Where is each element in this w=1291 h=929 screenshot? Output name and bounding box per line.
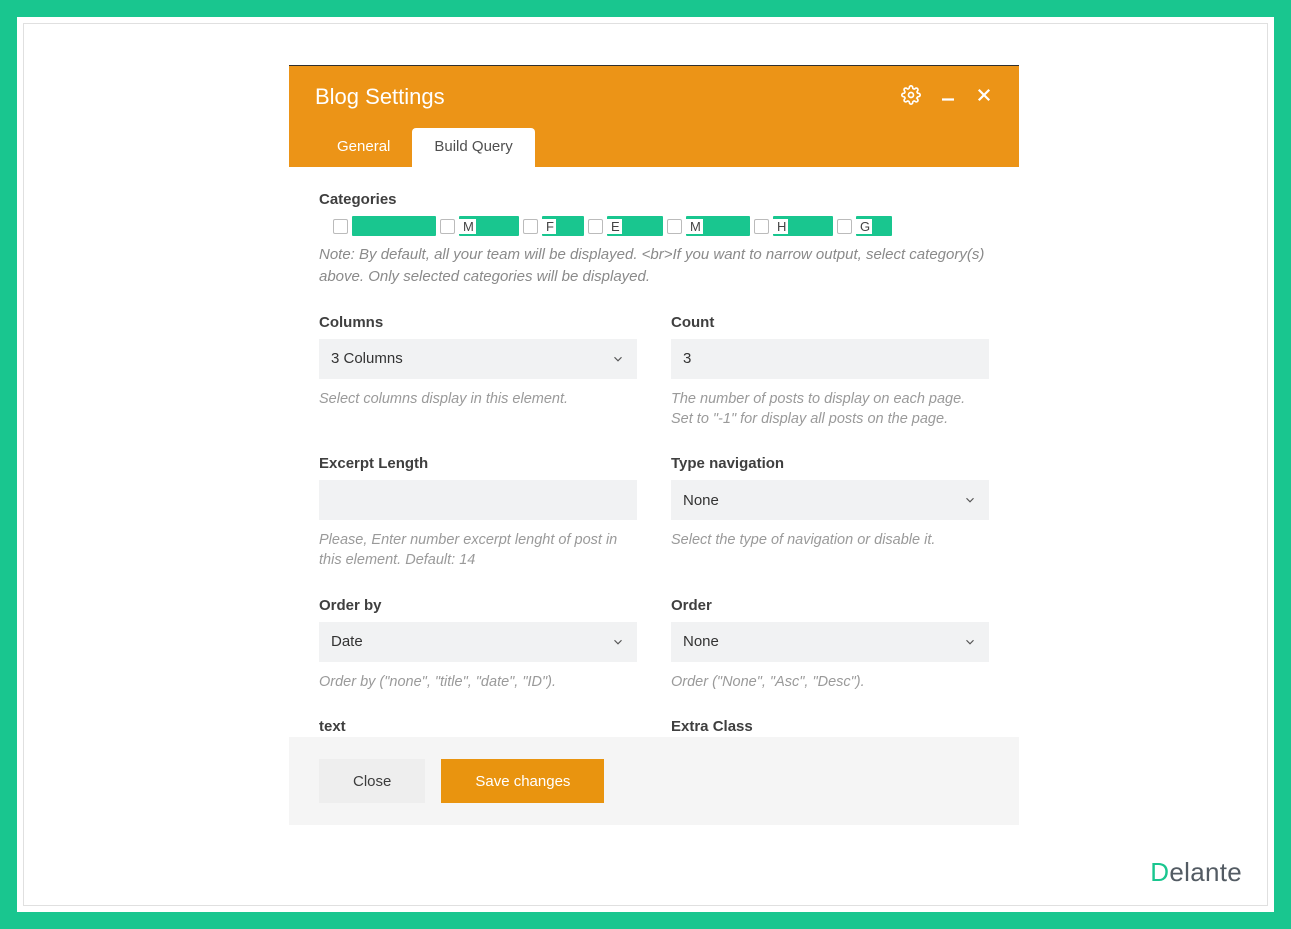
category-checkbox[interactable] <box>588 219 603 234</box>
columns-help: Select columns display in this element. <box>319 389 637 409</box>
save-button[interactable]: Save changes <box>441 759 604 803</box>
count-help: The number of posts to display on each p… <box>671 389 989 430</box>
order-select[interactable] <box>671 622 989 662</box>
field-text: text <box>319 718 637 737</box>
count-label: Count <box>671 314 989 331</box>
dialog-body[interactable]: Categories M F E M H G Note: By default, all … <box>289 167 1019 737</box>
category-prefix: E <box>607 219 622 234</box>
field-orderby: Order by Order by ("none", "title", "dat… <box>319 597 637 692</box>
categories-note: Note: By default, all your team will be … <box>319 244 989 288</box>
typenav-select[interactable] <box>671 480 989 520</box>
dialog-title: Blog Settings <box>315 84 445 110</box>
excerpt-label: Excerpt Length <box>319 455 637 472</box>
category-tag: M <box>459 216 519 236</box>
category-prefix: M <box>459 219 476 234</box>
order-help: Order ("None", "Asc", "Desc"). <box>671 672 989 692</box>
field-columns: Columns Select columns display in this e… <box>319 314 637 430</box>
category-tag <box>352 216 436 236</box>
category-tag: H <box>773 216 833 236</box>
category-tag: M <box>686 216 750 236</box>
close-button[interactable]: Close <box>319 759 425 803</box>
count-input[interactable] <box>671 339 989 379</box>
category-tag: E <box>607 216 663 236</box>
gear-icon[interactable] <box>901 85 921 110</box>
minimize-icon[interactable] <box>939 86 957 109</box>
categories-label: Categories <box>319 191 989 208</box>
category-checkbox[interactable] <box>837 219 852 234</box>
category-checkbox[interactable] <box>754 219 769 234</box>
category-prefix: F <box>542 219 556 234</box>
field-extra: Extra Class <box>671 718 989 737</box>
category-prefix: M <box>686 219 703 234</box>
dialog-header: Blog Settings General Build Query <box>289 66 1019 167</box>
category-prefix: G <box>856 219 872 234</box>
category-checkbox[interactable] <box>523 219 538 234</box>
field-count: Count The number of posts to display on … <box>671 314 989 430</box>
columns-label: Columns <box>319 314 637 331</box>
close-icon[interactable] <box>975 86 993 109</box>
typenav-label: Type navigation <box>671 455 989 472</box>
columns-select[interactable] <box>319 339 637 379</box>
tabs: General Build Query <box>315 128 993 167</box>
orderby-select[interactable] <box>319 622 637 662</box>
dialog-footer: Close Save changes <box>289 737 1019 825</box>
tab-general[interactable]: General <box>315 128 412 167</box>
extra-label: Extra Class <box>671 718 989 735</box>
tab-build-query[interactable]: Build Query <box>412 128 534 167</box>
field-excerpt: Excerpt Length Please, Enter number exce… <box>319 455 637 571</box>
brand-logo: Delante <box>1150 857 1242 888</box>
field-order: Order Order ("None", "Asc", "Desc"). <box>671 597 989 692</box>
typenav-help: Select the type of navigation or disable… <box>671 530 989 550</box>
category-checkbox[interactable] <box>440 219 455 234</box>
category-prefix: H <box>773 219 788 234</box>
excerpt-input[interactable] <box>319 480 637 520</box>
categories-row: MFEMHG <box>333 216 989 236</box>
category-checkbox[interactable] <box>667 219 682 234</box>
excerpt-help: Please, Enter number excerpt lenght of p… <box>319 530 637 571</box>
order-label: Order <box>671 597 989 614</box>
orderby-label: Order by <box>319 597 637 614</box>
category-checkbox[interactable] <box>333 219 348 234</box>
text-label: text <box>319 718 637 735</box>
field-typenav: Type navigation Select the type of navig… <box>671 455 989 571</box>
orderby-help: Order by ("none", "title", "date", "ID")… <box>319 672 637 692</box>
category-tag: F <box>542 216 584 236</box>
category-tag: G <box>856 216 892 236</box>
blog-settings-dialog: Blog Settings General Build Query <box>289 65 1019 825</box>
